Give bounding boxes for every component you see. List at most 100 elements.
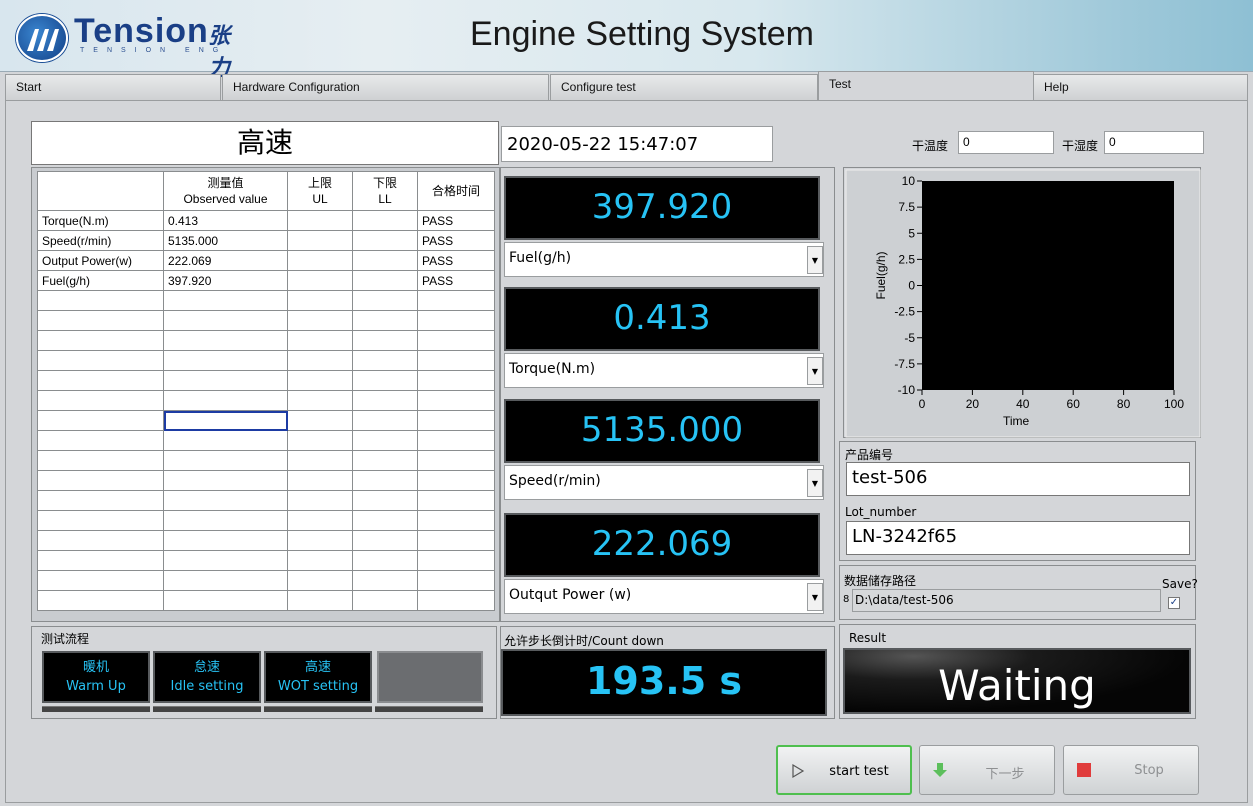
table-cell[interactable] — [352, 490, 418, 511]
table-cell[interactable] — [287, 450, 353, 471]
stop-button[interactable]: Stop — [1063, 745, 1199, 795]
table-cell[interactable] — [37, 590, 164, 611]
table-cell[interactable] — [287, 390, 353, 411]
table-cell[interactable] — [163, 570, 288, 591]
table-cell[interactable] — [417, 370, 495, 391]
table-cell[interactable] — [163, 290, 288, 311]
table-row[interactable] — [37, 510, 495, 531]
save-checkbox[interactable]: ✓ — [1168, 597, 1180, 609]
table-row[interactable] — [37, 430, 495, 451]
storage-path-field[interactable]: D:\data/test-506 — [852, 589, 1161, 612]
table-row[interactable] — [37, 570, 495, 591]
chevron-down-icon[interactable]: ▼ — [807, 246, 823, 274]
table-row[interactable]: Fuel(g/h) 397.920 PASS — [37, 270, 495, 291]
table-cell[interactable] — [287, 470, 353, 491]
table-cell[interactable] — [352, 410, 418, 431]
table-cell[interactable] — [352, 370, 418, 391]
table-cell[interactable]: Torque(N.m) — [37, 210, 164, 231]
tab-hardware-configuration[interactable]: Hardware Configuration — [222, 74, 549, 100]
table-row[interactable] — [37, 390, 495, 411]
table-cell[interactable] — [163, 530, 288, 551]
table-cell[interactable] — [417, 410, 495, 431]
tab-configure-test[interactable]: Configure test — [550, 74, 818, 100]
path-browse-icon[interactable]: 8 — [843, 594, 849, 605]
table-row[interactable] — [37, 550, 495, 571]
table-cell[interactable] — [163, 490, 288, 511]
table-row[interactable] — [37, 330, 495, 351]
table-cell[interactable] — [287, 290, 353, 311]
start-test-button[interactable]: start test — [776, 745, 912, 795]
table-cell[interactable] — [163, 410, 288, 431]
table-cell[interactable] — [287, 510, 353, 531]
table-cell[interactable] — [287, 270, 353, 291]
table-cell[interactable] — [37, 550, 164, 571]
table-cell[interactable] — [287, 570, 353, 591]
table-cell[interactable] — [352, 390, 418, 411]
table-cell[interactable] — [417, 470, 495, 491]
product-number-field[interactable]: test-506 — [846, 462, 1190, 496]
chevron-down-icon[interactable]: ▼ — [807, 357, 823, 385]
table-row[interactable]: Speed(r/min) 5135.000 PASS — [37, 230, 495, 251]
table-cell[interactable] — [417, 330, 495, 351]
table-cell[interactable] — [352, 530, 418, 551]
table-cell[interactable] — [163, 510, 288, 531]
reading-channel-select[interactable]: Fuel(g/h) ▼ — [504, 242, 824, 277]
table-cell[interactable] — [287, 210, 353, 231]
table-row[interactable] — [37, 470, 495, 491]
tab-start[interactable]: Start — [5, 74, 221, 100]
table-cell[interactable]: PASS — [417, 230, 495, 251]
table-row[interactable] — [37, 290, 495, 311]
table-cell[interactable] — [352, 310, 418, 331]
table-cell[interactable] — [287, 410, 353, 431]
table-cell[interactable] — [352, 250, 418, 271]
table-cell[interactable] — [287, 550, 353, 571]
table-cell[interactable] — [417, 350, 495, 371]
table-cell[interactable] — [37, 330, 164, 351]
table-cell[interactable] — [352, 430, 418, 451]
table-cell[interactable] — [287, 590, 353, 611]
table-row[interactable] — [37, 410, 495, 431]
table-cell[interactable] — [163, 590, 288, 611]
table-cell[interactable] — [163, 350, 288, 371]
table-cell[interactable] — [163, 470, 288, 491]
table-cell[interactable] — [37, 290, 164, 311]
reading-channel-select[interactable]: Speed(r/min) ▼ — [504, 465, 824, 500]
table-cell[interactable] — [417, 490, 495, 511]
table-cell[interactable] — [287, 370, 353, 391]
lot-number-field[interactable]: LN-3242f65 — [846, 521, 1190, 555]
table-row[interactable] — [37, 490, 495, 511]
table-cell[interactable] — [417, 310, 495, 331]
table-cell[interactable] — [417, 570, 495, 591]
table-cell[interactable] — [417, 530, 495, 551]
table-cell[interactable] — [163, 310, 288, 331]
table-cell[interactable] — [352, 270, 418, 291]
table-cell[interactable] — [352, 450, 418, 471]
reading-channel-select[interactable]: Torque(N.m) ▼ — [504, 353, 824, 388]
table-cell[interactable] — [163, 550, 288, 571]
table-row[interactable] — [37, 350, 495, 371]
table-cell[interactable] — [163, 450, 288, 471]
chevron-down-icon[interactable]: ▼ — [807, 583, 823, 611]
table-cell[interactable]: Fuel(g/h) — [37, 270, 164, 291]
chevron-down-icon[interactable]: ▼ — [807, 469, 823, 497]
table-cell[interactable] — [352, 470, 418, 491]
table-cell[interactable] — [163, 370, 288, 391]
table-cell[interactable] — [37, 390, 164, 411]
table-cell[interactable] — [287, 350, 353, 371]
table-cell[interactable]: PASS — [417, 270, 495, 291]
table-cell[interactable] — [163, 390, 288, 411]
step-idle-setting[interactable]: 怠速 Idle setting — [153, 651, 261, 703]
table-cell[interactable] — [417, 510, 495, 531]
table-row[interactable] — [37, 450, 495, 471]
table-cell[interactable] — [352, 350, 418, 371]
tab-help[interactable]: Help — [1033, 74, 1248, 100]
table-cell[interactable]: 0.413 — [163, 210, 288, 231]
table-row[interactable] — [37, 590, 495, 611]
table-row[interactable] — [37, 530, 495, 551]
dry-humidity-field[interactable]: 0 — [1104, 131, 1204, 154]
step-warm-up[interactable]: 暖机 Warm Up — [42, 651, 150, 703]
table-cell[interactable] — [287, 250, 353, 271]
table-cell[interactable] — [37, 310, 164, 331]
table-cell[interactable] — [163, 330, 288, 351]
table-cell[interactable] — [352, 550, 418, 571]
